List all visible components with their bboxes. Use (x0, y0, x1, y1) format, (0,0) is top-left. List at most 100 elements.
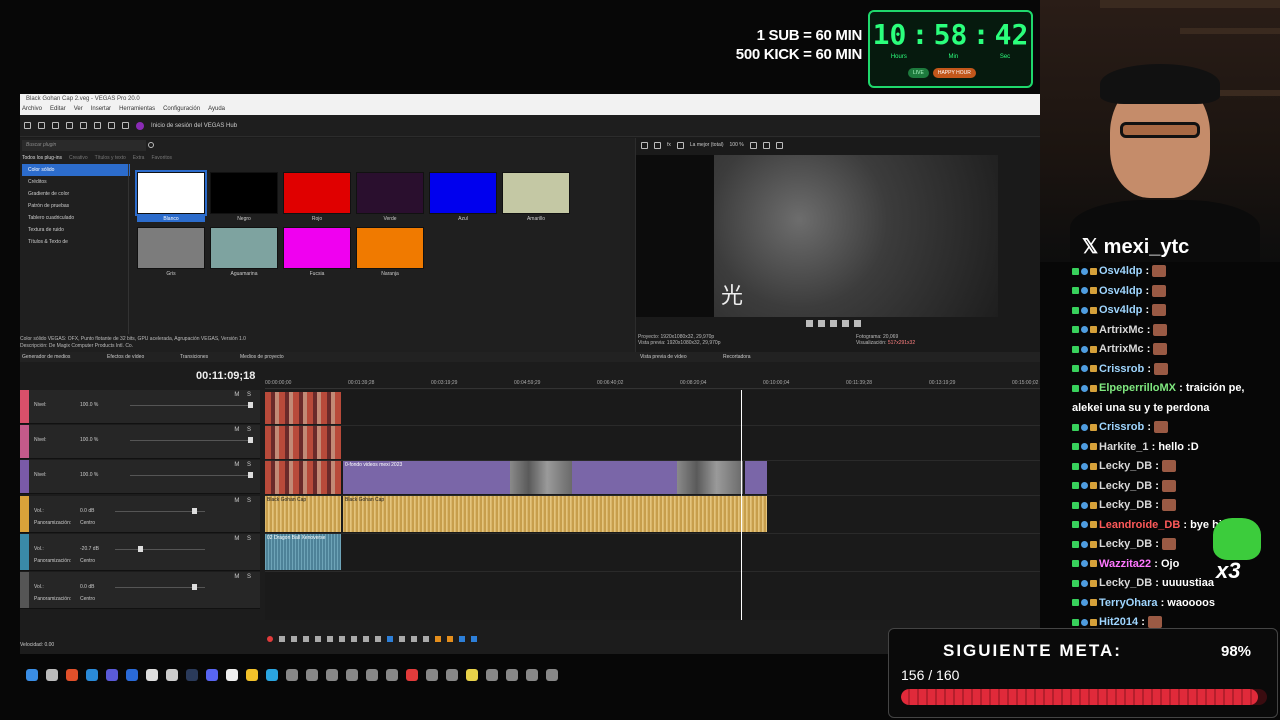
mute-solo-buttons[interactable]: M S (234, 536, 254, 542)
copy-snapshot-icon[interactable] (762, 141, 770, 149)
mute-solo-buttons[interactable]: M S (234, 392, 254, 398)
brave-icon[interactable] (66, 669, 78, 681)
plugin-tree-item[interactable]: Textura de ruido (22, 224, 130, 236)
properties-icon[interactable] (80, 122, 87, 129)
playhead[interactable] (741, 390, 742, 620)
level-slider[interactable] (130, 475, 250, 476)
plugin-tab[interactable]: Favoritos (151, 155, 172, 161)
chat-username[interactable]: Harkite_1 (1099, 441, 1149, 453)
new-project-icon[interactable] (24, 122, 31, 129)
color-swatch[interactable] (283, 172, 351, 214)
chat-username[interactable]: ArtrixMc (1099, 343, 1144, 355)
level-slider-knob[interactable] (248, 437, 253, 443)
plugin-search-input[interactable]: Buscar plugin (22, 140, 154, 151)
audio-track-header[interactable]: Vol.: 0.0 dB Panoramización: Centro M S (20, 572, 260, 609)
plugin-tab[interactable]: Creativo (69, 155, 88, 161)
plugin-tree-item[interactable]: Patrón de pruebas (22, 200, 130, 212)
chat-username[interactable]: Leandroide_DB (1099, 519, 1180, 531)
main-audio-clip[interactable]: Black Gohan Cap (343, 496, 767, 532)
menu-item[interactable]: Ver (74, 104, 83, 115)
app-icon[interactable] (326, 669, 338, 681)
volume-slider-knob[interactable] (138, 546, 143, 552)
mute-solo-buttons[interactable]: M S (234, 574, 254, 580)
chat-username[interactable]: Osv4ldp (1099, 265, 1142, 277)
play-icon[interactable] (806, 320, 813, 327)
tab-video-preview[interactable]: Vista previa de vídeo (640, 352, 687, 362)
app-icon[interactable] (526, 669, 538, 681)
telegram-icon[interactable] (266, 669, 278, 681)
tab-trimmer[interactable]: Recortadora (723, 352, 751, 362)
split-icon[interactable] (423, 636, 429, 642)
app-icon[interactable] (466, 669, 478, 681)
selection-tool-icon[interactable] (411, 636, 417, 642)
mute-solo-buttons[interactable]: M S (234, 462, 254, 468)
prev-frame-icon[interactable] (842, 320, 849, 327)
menu-item[interactable]: Editar (50, 104, 66, 115)
search-icon[interactable] (148, 142, 154, 148)
mute-solo-buttons[interactable]: M S (234, 427, 254, 433)
redo-icon[interactable] (122, 122, 129, 129)
vegas-pro-icon[interactable] (126, 669, 138, 681)
chat-username[interactable]: Crissrob (1099, 363, 1144, 375)
plugin-tree-item[interactable]: Títulos & Texto de (22, 236, 130, 248)
app-icon[interactable] (506, 669, 518, 681)
vegas-icon[interactable] (106, 669, 118, 681)
render-icon[interactable] (66, 122, 73, 129)
level-slider[interactable] (130, 440, 250, 441)
chat-username[interactable]: Osv4ldp (1099, 285, 1142, 297)
save-snapshot-icon[interactable] (775, 141, 783, 149)
app-icon[interactable] (406, 669, 418, 681)
whatsapp-icon[interactable] (166, 669, 178, 681)
chat-username[interactable]: Lecky_DB (1099, 499, 1152, 511)
split-screen-icon[interactable] (676, 141, 684, 149)
chat-username[interactable]: TerryOhara (1099, 597, 1158, 609)
tab-project-media[interactable]: Medios de proyecto (240, 352, 284, 362)
menu-item[interactable]: Archivo (22, 104, 42, 115)
hub-login-link[interactable]: Inicio de sesión del VEGAS Hub (151, 123, 237, 129)
stop-icon[interactable] (830, 320, 837, 327)
video-track-header[interactable]: Nivel: 100.0 % M S (20, 425, 260, 459)
color-swatch[interactable] (356, 172, 424, 214)
video-track-header[interactable]: Nivel: 100.0 % M S (20, 460, 260, 494)
record-icon[interactable] (267, 636, 273, 642)
color-swatch[interactable] (283, 227, 351, 269)
menu-item[interactable]: Ayuda (208, 104, 225, 115)
color-swatch[interactable] (429, 172, 497, 214)
marker-icon[interactable] (435, 636, 441, 642)
cloud-icon[interactable] (226, 669, 238, 681)
mute-solo-buttons[interactable]: M S (234, 498, 254, 504)
xbox-icon[interactable] (146, 669, 158, 681)
color-swatch[interactable] (210, 227, 278, 269)
pause-icon[interactable] (315, 636, 321, 642)
video-track-header[interactable]: Nivel: 100.0 % M S (20, 390, 260, 424)
music-audio-clip[interactable]: 02 Dragon Ball Xenoverse (265, 534, 341, 570)
chat-username[interactable]: Lecky_DB (1099, 538, 1152, 550)
video-clip[interactable] (677, 461, 743, 494)
open-icon[interactable] (38, 122, 45, 129)
discord-icon[interactable] (206, 669, 218, 681)
chat-username[interactable]: ArtrixMc (1099, 324, 1144, 336)
video-clip[interactable] (265, 426, 341, 459)
color-swatch[interactable] (356, 227, 424, 269)
app-icon[interactable] (386, 669, 398, 681)
search-icon[interactable] (46, 669, 58, 681)
preview-quality-select[interactable]: La mejor (total) (690, 142, 724, 148)
timeline-lanes[interactable]: 0-fondo videos mexi 2023 Black Gohan Cap… (265, 390, 1040, 620)
level-slider-knob[interactable] (248, 402, 253, 408)
video-clip[interactable] (745, 461, 767, 494)
menu-item[interactable]: Insertar (91, 104, 111, 115)
tab-video-effects[interactable]: Efectos de vídeo (107, 352, 144, 362)
stop-icon[interactable] (327, 636, 333, 642)
app-icon[interactable] (306, 669, 318, 681)
pause-icon[interactable] (818, 320, 825, 327)
windows-start-icon[interactable] (26, 669, 38, 681)
level-slider-knob[interactable] (248, 472, 253, 478)
audio-track-header[interactable]: Vol.: 0.0 dB Panoramización: Centro M S (20, 496, 260, 533)
chat-username[interactable]: Lecky_DB (1099, 480, 1152, 492)
app-icon[interactable] (486, 669, 498, 681)
video-clip[interactable] (265, 392, 341, 424)
plugin-tree-item[interactable]: Créditos (22, 176, 130, 188)
edge-icon[interactable] (86, 669, 98, 681)
next-frame-icon[interactable] (854, 320, 861, 327)
folder-icon[interactable] (246, 669, 258, 681)
